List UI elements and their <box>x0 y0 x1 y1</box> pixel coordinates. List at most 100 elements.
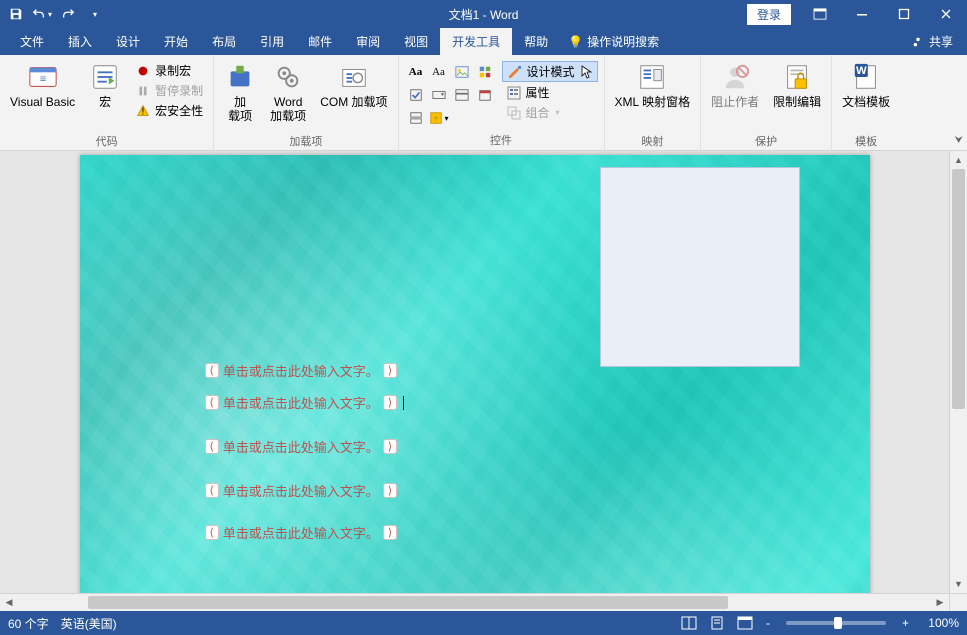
tell-me-label: 操作说明搜索 <box>587 33 659 50</box>
cc-start-tag: ⟨ <box>205 363 219 378</box>
document-page[interactable]: ⟨ 单击或点击此处输入文字。 ⟩ ⟨ 单击或点击此处输入文字。 ⟩ ⟨ 单击或点… <box>80 155 870 593</box>
tab-review[interactable]: 审阅 <box>344 28 392 55</box>
group-mapping: XML 映射窗格 映射 <box>605 55 702 150</box>
read-mode-button[interactable] <box>678 613 700 633</box>
plain-text-control[interactable]: Aa <box>428 61 450 83</box>
macro-security-button[interactable]: ! 宏安全性 <box>131 101 207 120</box>
design-mode-button[interactable]: 设计模式 <box>502 61 598 82</box>
tell-me-search[interactable]: 💡 操作说明搜索 <box>568 28 659 55</box>
image-placeholder[interactable] <box>600 167 800 367</box>
vscroll-thumb[interactable] <box>952 169 965 409</box>
word-addins-icon <box>272 61 304 93</box>
zoom-in-button[interactable]: + <box>898 616 913 630</box>
record-macro-button[interactable]: 录制宏 <box>131 61 207 80</box>
qat-customize[interactable]: ▾ <box>82 2 106 26</box>
zoom-out-button[interactable]: - <box>762 616 774 630</box>
group-controls: Aa Aa ▾ 设计模式 属性 <box>399 55 605 150</box>
com-addins-button[interactable]: COM 加载项 <box>314 59 393 133</box>
properties-button[interactable]: 属性 <box>502 83 598 102</box>
content-control-5[interactable]: ⟨ 单击或点击此处输入文字。 ⟩ <box>205 523 398 542</box>
share-button[interactable]: 共享 <box>897 28 967 55</box>
building-block-control[interactable] <box>474 61 496 83</box>
rich-text-control[interactable]: Aa <box>405 61 427 83</box>
zoom-slider-handle[interactable] <box>834 617 842 629</box>
tab-layout[interactable]: 布局 <box>200 28 248 55</box>
cc-end-tag: ⟩ <box>383 395 397 410</box>
maximize-button[interactable] <box>883 0 925 28</box>
svg-text:≡: ≡ <box>39 74 46 86</box>
svg-text:W: W <box>856 65 867 77</box>
word-addins-label: Word 加载项 <box>270 95 306 124</box>
dropdown-control[interactable] <box>451 84 473 106</box>
visual-basic-button[interactable]: ≡ Visual Basic <box>4 59 81 133</box>
scroll-left-button[interactable]: ◀ <box>0 594 18 611</box>
addins-button[interactable]: 加 载项 <box>218 59 262 133</box>
tab-insert[interactable]: 插入 <box>56 28 104 55</box>
content-control-3[interactable]: ⟨ 单击或点击此处输入文字。 ⟩ <box>205 437 398 456</box>
window-title: 文档1 - Word <box>449 6 519 23</box>
cc-placeholder-text: 单击或点击此处输入文字。 <box>223 523 379 542</box>
scroll-up-button[interactable]: ▲ <box>950 151 967 169</box>
print-layout-button[interactable] <box>706 613 728 633</box>
checkbox-control[interactable] <box>405 84 427 106</box>
zoom-level[interactable]: 100% <box>919 616 959 630</box>
minimize-button[interactable] <box>841 0 883 28</box>
macros-label: 宏 <box>99 95 111 109</box>
scroll-right-button[interactable]: ▶ <box>931 594 949 611</box>
document-area[interactable]: ⟨ 单击或点击此处输入文字。 ⟩ ⟨ 单击或点击此处输入文字。 ⟩ ⟨ 单击或点… <box>0 151 949 593</box>
tab-file[interactable]: 文件 <box>8 28 56 55</box>
close-button[interactable] <box>925 0 967 28</box>
document-template-label: 文档模板 <box>842 95 890 109</box>
tab-design[interactable]: 设计 <box>104 28 152 55</box>
content-control-1[interactable]: ⟨ 单击或点击此处输入文字。 ⟩ <box>205 361 398 380</box>
ribbon-display-options[interactable] <box>799 0 841 28</box>
block-authors-button[interactable]: 阻止作者 <box>705 59 765 133</box>
date-picker-control[interactable] <box>474 84 496 106</box>
restrict-editing-button[interactable]: 限制编辑 <box>767 59 827 133</box>
horizontal-scrollbar[interactable]: ◀ ▶ <box>0 593 949 611</box>
tab-help[interactable]: 帮助 <box>512 28 560 55</box>
content-control-2[interactable]: ⟨ 单击或点击此处输入文字。 ⟩ <box>205 393 405 412</box>
share-icon <box>911 35 925 49</box>
collapse-ribbon-button[interactable]: ⮟ <box>955 135 964 146</box>
workspace: ⟨ 单击或点击此处输入文字。 ⟩ ⟨ 单击或点击此处输入文字。 ⟩ ⟨ 单击或点… <box>0 151 967 593</box>
hscroll-thumb[interactable] <box>88 596 728 609</box>
tab-view[interactable]: 视图 <box>392 28 440 55</box>
tab-mailings[interactable]: 邮件 <box>296 28 344 55</box>
cc-placeholder-text: 单击或点击此处输入文字。 <box>223 481 379 500</box>
document-template-button[interactable]: W 文档模板 <box>836 59 896 133</box>
tab-begin[interactable]: 开始 <box>152 28 200 55</box>
group-protect-label: 保护 <box>705 133 827 151</box>
xml-mapping-button[interactable]: XML 映射窗格 <box>609 59 697 133</box>
record-icon <box>135 63 151 79</box>
visual-basic-label: Visual Basic <box>10 95 75 109</box>
macro-security-label: 宏安全性 <box>155 102 203 119</box>
scroll-down-button[interactable]: ▼ <box>950 575 967 593</box>
tab-references[interactable]: 引用 <box>248 28 296 55</box>
vertical-scrollbar[interactable]: ▲ ▼ <box>949 151 967 593</box>
legacy-tools-control[interactable]: ▾ <box>428 107 450 129</box>
picture-control[interactable] <box>451 61 473 83</box>
undo-button[interactable]: ▾ <box>30 2 54 26</box>
repeating-section-control[interactable] <box>405 107 427 129</box>
cursor-icon <box>581 65 593 79</box>
redo-button[interactable] <box>56 2 80 26</box>
cc-placeholder-text: 单击或点击此处输入文字。 <box>223 437 379 456</box>
word-count[interactable]: 60 个字 <box>8 615 49 632</box>
language-status[interactable]: 英语(美国) <box>61 615 117 632</box>
addins-label: 加 载项 <box>228 95 252 124</box>
combobox-control[interactable] <box>428 84 450 106</box>
word-addins-button[interactable]: Word 加载项 <box>264 59 312 133</box>
vscroll-track[interactable] <box>950 169 967 575</box>
web-layout-button[interactable] <box>734 613 756 633</box>
zoom-slider[interactable] <box>786 621 886 625</box>
content-control-4[interactable]: ⟨ 单击或点击此处输入文字。 ⟩ <box>205 481 398 500</box>
cc-placeholder-text: 单击或点击此处输入文字。 <box>223 361 379 380</box>
tab-developer[interactable]: 开发工具 <box>440 28 512 55</box>
login-button[interactable]: 登录 <box>747 4 791 25</box>
block-authors-icon <box>719 61 751 93</box>
hscroll-track[interactable] <box>18 594 931 611</box>
macros-button[interactable]: 宏 <box>83 59 127 133</box>
save-button[interactable] <box>4 2 28 26</box>
record-macro-label: 录制宏 <box>155 62 191 79</box>
